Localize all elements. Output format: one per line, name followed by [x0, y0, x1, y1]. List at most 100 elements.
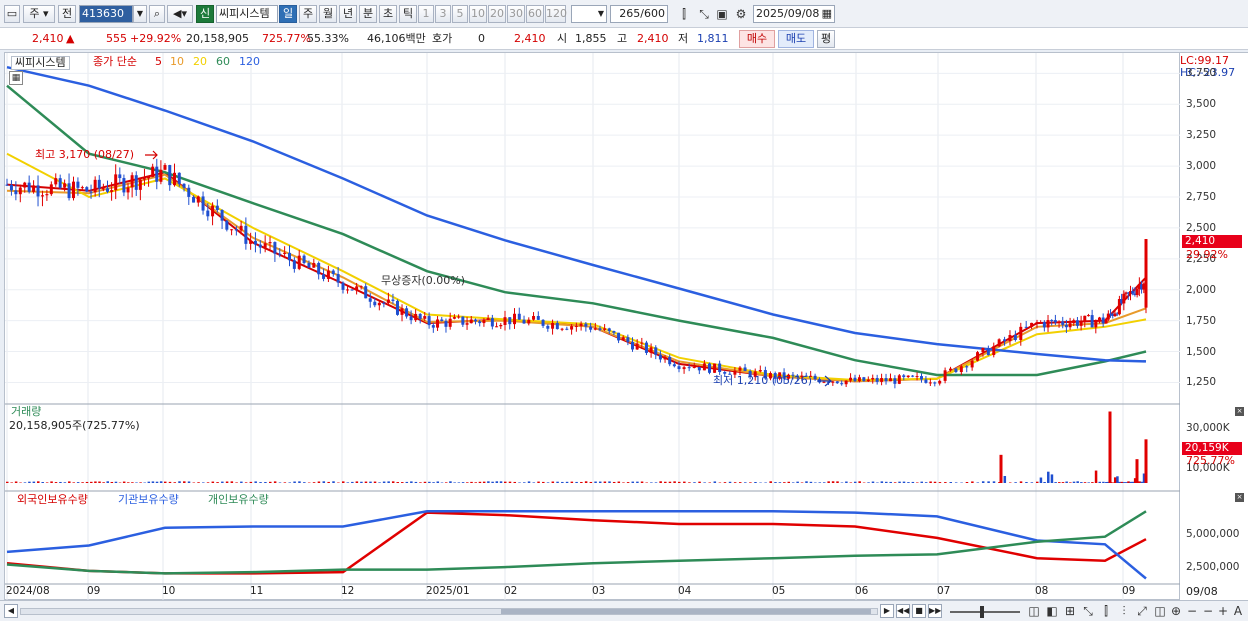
candle-body: [1039, 322, 1043, 324]
candle-body: [134, 175, 138, 190]
volume-bar: [98, 481, 101, 483]
candle-body: [565, 328, 569, 330]
buy-button[interactable]: 매수: [739, 30, 775, 48]
ma-label: 종가 단순: [93, 55, 137, 68]
window-icon[interactable]: ▭: [4, 5, 20, 23]
vol-tick-30k: 30,000K: [1186, 422, 1230, 434]
zoom-slider[interactable]: [950, 606, 1020, 618]
count-total: /600: [640, 7, 665, 20]
chart-tool-icon-1[interactable]: ◫: [1026, 603, 1042, 619]
play-icon[interactable]: ▶▶: [928, 604, 942, 618]
period-unit-select[interactable]: 주 ▾: [23, 5, 55, 23]
volume-spike-2: [1135, 459, 1139, 483]
volume-bar: [81, 482, 84, 483]
period-button-4[interactable]: 분: [359, 5, 377, 23]
period-button-1[interactable]: 주: [299, 5, 317, 23]
sell-button[interactable]: 매도: [778, 30, 814, 48]
candle-body: [182, 183, 186, 188]
volume-bar: [783, 482, 786, 483]
chart-tool-icon-7[interactable]: ⤢: [1134, 603, 1150, 619]
period-button-5[interactable]: 초: [379, 5, 397, 23]
plus-icon[interactable]: +: [1215, 603, 1231, 619]
volume-bar: [139, 482, 142, 483]
interval-button-10[interactable]: 10: [469, 5, 487, 23]
zoom-in-icon[interactable]: ⊕: [1168, 603, 1184, 619]
candle-body: [522, 319, 526, 324]
font-size-icon[interactable]: A: [1230, 603, 1246, 619]
volume-bar: [1047, 471, 1050, 483]
table-icon[interactable]: ▦: [9, 71, 23, 85]
settings-icon[interactable]: ⚙: [733, 6, 749, 22]
price-tick-7: 2,000: [1186, 283, 1217, 296]
interval-button-1[interactable]: 1: [418, 5, 434, 23]
chart-svg: [5, 53, 1181, 601]
tools-icon[interactable]: ⤡: [696, 6, 712, 22]
range-select[interactable]: ▼: [571, 5, 607, 23]
chart-tool-icon-4[interactable]: ⤡: [1080, 603, 1096, 619]
interval-button-3[interactable]: 3: [435, 5, 451, 23]
speaker-icon[interactable]: ◀▾: [167, 5, 193, 23]
candle-body: [225, 220, 229, 230]
volume-bar: [738, 482, 742, 483]
candle-icon[interactable]: ⫿: [676, 6, 692, 22]
new-badge[interactable]: 신: [196, 5, 214, 23]
candle-body: [555, 322, 559, 330]
candle-body: [954, 368, 958, 373]
period-button-3[interactable]: 년: [339, 5, 357, 23]
chart-tool-icon-3[interactable]: ⊞: [1062, 603, 1078, 619]
volume-bar: [259, 482, 262, 483]
chart-area[interactable]: 씨피시스템 종가 단순 5 10 20 60 120 ▦ 최고 3,170 (08/27…: [4, 52, 1181, 601]
close-icon-2[interactable]: ×: [1235, 493, 1244, 502]
stock-code-input[interactable]: 413630: [79, 5, 133, 23]
volume-bar: [659, 481, 662, 483]
interval-button-120[interactable]: 120: [545, 5, 567, 23]
volume-bar: [183, 481, 186, 483]
chart-tool-icon-2[interactable]: ◧: [1044, 603, 1060, 619]
scrollbar[interactable]: [20, 608, 878, 615]
code-dropdown-icon[interactable]: ▼: [133, 5, 147, 23]
turnover-value: 55.33%: [307, 32, 349, 45]
interval-button-60[interactable]: 60: [526, 5, 544, 23]
period-button-6[interactable]: 틱: [399, 5, 417, 23]
scroll-thumb[interactable]: [501, 609, 871, 614]
candle-body: [469, 319, 473, 324]
candle-body: [211, 205, 215, 217]
candle-body: [880, 378, 884, 382]
close-icon[interactable]: ×: [1235, 407, 1244, 416]
candle-body: [452, 317, 456, 319]
candle-body: [1050, 320, 1054, 322]
stop-icon[interactable]: ■: [912, 604, 926, 618]
minus-icon[interactable]: −: [1200, 603, 1216, 619]
candle-body: [1013, 335, 1017, 341]
date-input[interactable]: 2025/09/08 ▦: [753, 5, 835, 23]
candle-body: [409, 316, 413, 321]
eval-button[interactable]: 평: [817, 30, 835, 48]
price-tag: 2,410: [1182, 235, 1242, 248]
candle-body: [201, 196, 205, 211]
scroll-left-icon[interactable]: ◀: [4, 604, 18, 618]
prev-button[interactable]: 전: [58, 5, 76, 23]
save-icon[interactable]: ▣: [714, 6, 730, 22]
rewind-icon[interactable]: ◀◀: [896, 604, 910, 618]
candle-body: [1030, 322, 1034, 327]
calendar-icon[interactable]: ▦: [822, 6, 832, 22]
search-icon[interactable]: ⌕: [149, 5, 165, 23]
volume-bar: [364, 481, 368, 483]
up-arrow-icon: ▲: [66, 32, 75, 45]
count-field[interactable]: 265/600: [610, 5, 668, 23]
interval-button-5[interactable]: 5: [452, 5, 468, 23]
chart-tool-icon-6[interactable]: ⫶: [1116, 603, 1132, 619]
interval-button-20[interactable]: 20: [488, 5, 506, 23]
candle-body: [395, 300, 399, 315]
volume-bar: [527, 481, 531, 483]
stock-name-field[interactable]: 씨피시스템: [216, 5, 278, 23]
chart-tool-icon-5[interactable]: ⫿: [1098, 603, 1114, 619]
period-button-0[interactable]: 일: [279, 5, 297, 23]
interval-button-30[interactable]: 30: [507, 5, 525, 23]
candle-body: [1042, 322, 1046, 328]
candle-body: [943, 370, 947, 381]
chart-tool-icon-8[interactable]: ◫: [1152, 603, 1168, 619]
zoom-out-icon[interactable]: −: [1184, 603, 1200, 619]
period-button-2[interactable]: 월: [319, 5, 337, 23]
scroll-right-icon[interactable]: ▶: [880, 604, 894, 618]
